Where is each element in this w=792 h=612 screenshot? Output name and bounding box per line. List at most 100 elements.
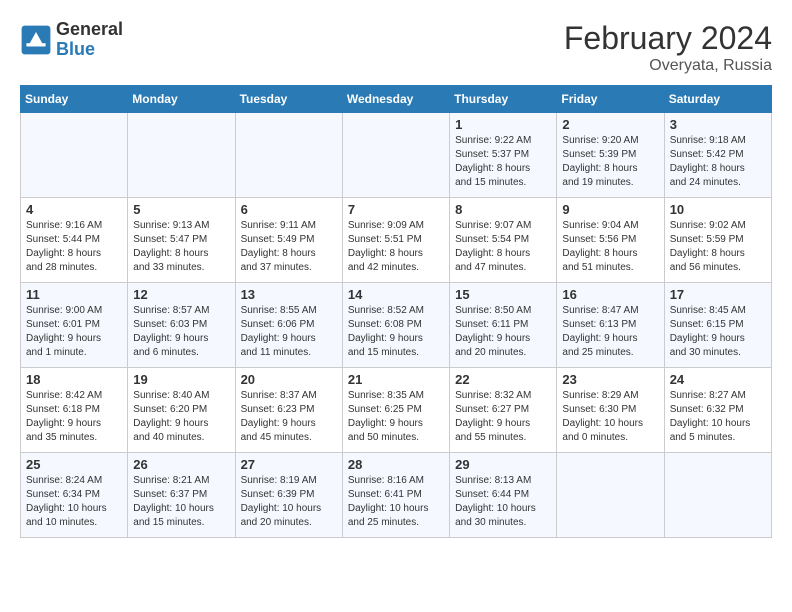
week-row-4: 18Sunrise: 8:42 AM Sunset: 6:18 PM Dayli… xyxy=(21,368,772,453)
day-number: 7 xyxy=(348,202,444,217)
logo: General Blue xyxy=(20,20,123,60)
calendar-header: SundayMondayTuesdayWednesdayThursdayFrid… xyxy=(21,86,772,113)
week-row-5: 25 Sunrise: 8:24 AM Sunset: 6:34 PM Dayli… xyxy=(21,453,772,538)
cell-info: Sunrise: 9:04 AM Sunset: 5:56 PM Dayligh… xyxy=(562,219,658,275)
day-number: 27 xyxy=(241,457,337,472)
calendar-cell: 6Sunrise: 9:11 AM Sunset: 5:49 PM Daylig… xyxy=(235,198,342,283)
calendar-cell xyxy=(664,453,771,538)
calendar-cell: 8 Sunrise: 9:07 AM Sunset: 5:54 PM Daylig… xyxy=(450,198,557,283)
day-number: 13 xyxy=(241,287,337,302)
cell-info: Sunrise: 8:37 AM Sunset: 6:23 PM Dayligh… xyxy=(241,389,337,445)
calendar-cell: 19 Sunrise: 8:40 AM Sunset: 6:20 PM Dayli… xyxy=(128,368,235,453)
cell-info: Sunrise: 9:09 AM Sunset: 5:51 PM Dayligh… xyxy=(348,219,444,275)
day-number: 2 xyxy=(562,117,658,132)
logo-general: General xyxy=(56,20,123,40)
calendar-cell: 20Sunrise: 8:37 AM Sunset: 6:23 PM Dayli… xyxy=(235,368,342,453)
title-block: February 2024 Overyata, Russia xyxy=(564,20,772,75)
calendar-cell: 21Sunrise: 8:35 AM Sunset: 6:25 PM Dayli… xyxy=(342,368,449,453)
calendar-cell: 4 Sunrise: 9:16 AM Sunset: 5:44 PM Daylig… xyxy=(21,198,128,283)
day-number: 26 xyxy=(133,457,229,472)
day-number: 19 xyxy=(133,372,229,387)
calendar-cell: 11Sunrise: 9:00 AM Sunset: 6:01 PM Dayli… xyxy=(21,283,128,368)
day-number: 9 xyxy=(562,202,658,217)
month-year: February 2024 xyxy=(564,20,772,57)
calendar-cell xyxy=(342,113,449,198)
calendar-cell: 29Sunrise: 8:13 AM Sunset: 6:44 PM Dayli… xyxy=(450,453,557,538)
calendar-cell: 17 Sunrise: 8:45 AM Sunset: 6:15 PM Dayli… xyxy=(664,283,771,368)
header-day-tuesday: Tuesday xyxy=(235,86,342,113)
calendar-cell: 15 Sunrise: 8:50 AM Sunset: 6:11 PM Dayli… xyxy=(450,283,557,368)
week-row-2: 4 Sunrise: 9:16 AM Sunset: 5:44 PM Daylig… xyxy=(21,198,772,283)
day-number: 11 xyxy=(26,287,122,302)
logo-icon xyxy=(20,24,52,56)
calendar-body: 1 Sunrise: 9:22 AM Sunset: 5:37 PM Daylig… xyxy=(21,113,772,538)
day-number: 22 xyxy=(455,372,551,387)
calendar-cell: 13 Sunrise: 8:55 AM Sunset: 6:06 PM Dayli… xyxy=(235,283,342,368)
header-day-monday: Monday xyxy=(128,86,235,113)
day-number: 18 xyxy=(26,372,122,387)
calendar-cell: 26 Sunrise: 8:21 AM Sunset: 6:37 PM Dayli… xyxy=(128,453,235,538)
calendar-table: SundayMondayTuesdayWednesdayThursdayFrid… xyxy=(20,85,772,538)
cell-info: Sunrise: 8:47 AM Sunset: 6:13 PM Dayligh… xyxy=(562,304,658,360)
cell-info: Sunrise: 8:57 AM Sunset: 6:03 PM Dayligh… xyxy=(133,304,229,360)
cell-info: Sunrise: 8:16 AM Sunset: 6:41 PM Dayligh… xyxy=(348,474,444,530)
calendar-cell: 5 Sunrise: 9:13 AM Sunset: 5:47 PM Daylig… xyxy=(128,198,235,283)
cell-info: Sunrise: 9:22 AM Sunset: 5:37 PM Dayligh… xyxy=(455,134,551,190)
calendar-cell: 27 Sunrise: 8:19 AM Sunset: 6:39 PM Dayli… xyxy=(235,453,342,538)
calendar-cell: 22Sunrise: 8:32 AM Sunset: 6:27 PM Dayli… xyxy=(450,368,557,453)
cell-info: Sunrise: 9:13 AM Sunset: 5:47 PM Dayligh… xyxy=(133,219,229,275)
day-number: 23 xyxy=(562,372,658,387)
calendar-cell: 25 Sunrise: 8:24 AM Sunset: 6:34 PM Dayli… xyxy=(21,453,128,538)
day-number: 14 xyxy=(348,287,444,302)
day-number: 5 xyxy=(133,202,229,217)
calendar-cell: 1 Sunrise: 9:22 AM Sunset: 5:37 PM Daylig… xyxy=(450,113,557,198)
calendar-cell: 9 Sunrise: 9:04 AM Sunset: 5:56 PM Daylig… xyxy=(557,198,664,283)
calendar-cell: 18Sunrise: 8:42 AM Sunset: 6:18 PM Dayli… xyxy=(21,368,128,453)
day-number: 21 xyxy=(348,372,444,387)
day-number: 4 xyxy=(26,202,122,217)
week-row-3: 11Sunrise: 9:00 AM Sunset: 6:01 PM Dayli… xyxy=(21,283,772,368)
calendar-cell: 24Sunrise: 8:27 AM Sunset: 6:32 PM Dayli… xyxy=(664,368,771,453)
cell-info: Sunrise: 9:02 AM Sunset: 5:59 PM Dayligh… xyxy=(670,219,766,275)
header-day-sunday: Sunday xyxy=(21,86,128,113)
day-number: 17 xyxy=(670,287,766,302)
day-number: 25 xyxy=(26,457,122,472)
cell-info: Sunrise: 8:24 AM Sunset: 6:34 PM Dayligh… xyxy=(26,474,122,530)
header-day-saturday: Saturday xyxy=(664,86,771,113)
header-day-friday: Friday xyxy=(557,86,664,113)
day-number: 29 xyxy=(455,457,551,472)
cell-info: Sunrise: 9:07 AM Sunset: 5:54 PM Dayligh… xyxy=(455,219,551,275)
logo-text: General Blue xyxy=(56,20,123,60)
day-number: 8 xyxy=(455,202,551,217)
cell-info: Sunrise: 8:52 AM Sunset: 6:08 PM Dayligh… xyxy=(348,304,444,360)
location: Overyata, Russia xyxy=(564,57,772,75)
cell-info: Sunrise: 8:50 AM Sunset: 6:11 PM Dayligh… xyxy=(455,304,551,360)
cell-info: Sunrise: 8:19 AM Sunset: 6:39 PM Dayligh… xyxy=(241,474,337,530)
day-number: 24 xyxy=(670,372,766,387)
week-row-1: 1 Sunrise: 9:22 AM Sunset: 5:37 PM Daylig… xyxy=(21,113,772,198)
day-number: 3 xyxy=(670,117,766,132)
calendar-cell: 28 Sunrise: 8:16 AM Sunset: 6:41 PM Dayli… xyxy=(342,453,449,538)
cell-info: Sunrise: 8:45 AM Sunset: 6:15 PM Dayligh… xyxy=(670,304,766,360)
day-number: 15 xyxy=(455,287,551,302)
cell-info: Sunrise: 8:40 AM Sunset: 6:20 PM Dayligh… xyxy=(133,389,229,445)
calendar-cell: 16Sunrise: 8:47 AM Sunset: 6:13 PM Dayli… xyxy=(557,283,664,368)
calendar-cell xyxy=(128,113,235,198)
cell-info: Sunrise: 8:21 AM Sunset: 6:37 PM Dayligh… xyxy=(133,474,229,530)
calendar-cell: 3 Sunrise: 9:18 AM Sunset: 5:42 PM Daylig… xyxy=(664,113,771,198)
cell-info: Sunrise: 9:18 AM Sunset: 5:42 PM Dayligh… xyxy=(670,134,766,190)
calendar-cell: 2Sunrise: 9:20 AM Sunset: 5:39 PM Daylig… xyxy=(557,113,664,198)
cell-info: Sunrise: 8:55 AM Sunset: 6:06 PM Dayligh… xyxy=(241,304,337,360)
day-number: 10 xyxy=(670,202,766,217)
day-number: 6 xyxy=(241,202,337,217)
calendar-cell: 10 Sunrise: 9:02 AM Sunset: 5:59 PM Dayli… xyxy=(664,198,771,283)
header-row: SundayMondayTuesdayWednesdayThursdayFrid… xyxy=(21,86,772,113)
day-number: 28 xyxy=(348,457,444,472)
header-day-thursday: Thursday xyxy=(450,86,557,113)
logo-blue: Blue xyxy=(56,40,123,60)
cell-info: Sunrise: 9:16 AM Sunset: 5:44 PM Dayligh… xyxy=(26,219,122,275)
day-number: 1 xyxy=(455,117,551,132)
calendar-cell: 12Sunrise: 8:57 AM Sunset: 6:03 PM Dayli… xyxy=(128,283,235,368)
calendar-cell: 7 Sunrise: 9:09 AM Sunset: 5:51 PM Daylig… xyxy=(342,198,449,283)
calendar-cell xyxy=(235,113,342,198)
